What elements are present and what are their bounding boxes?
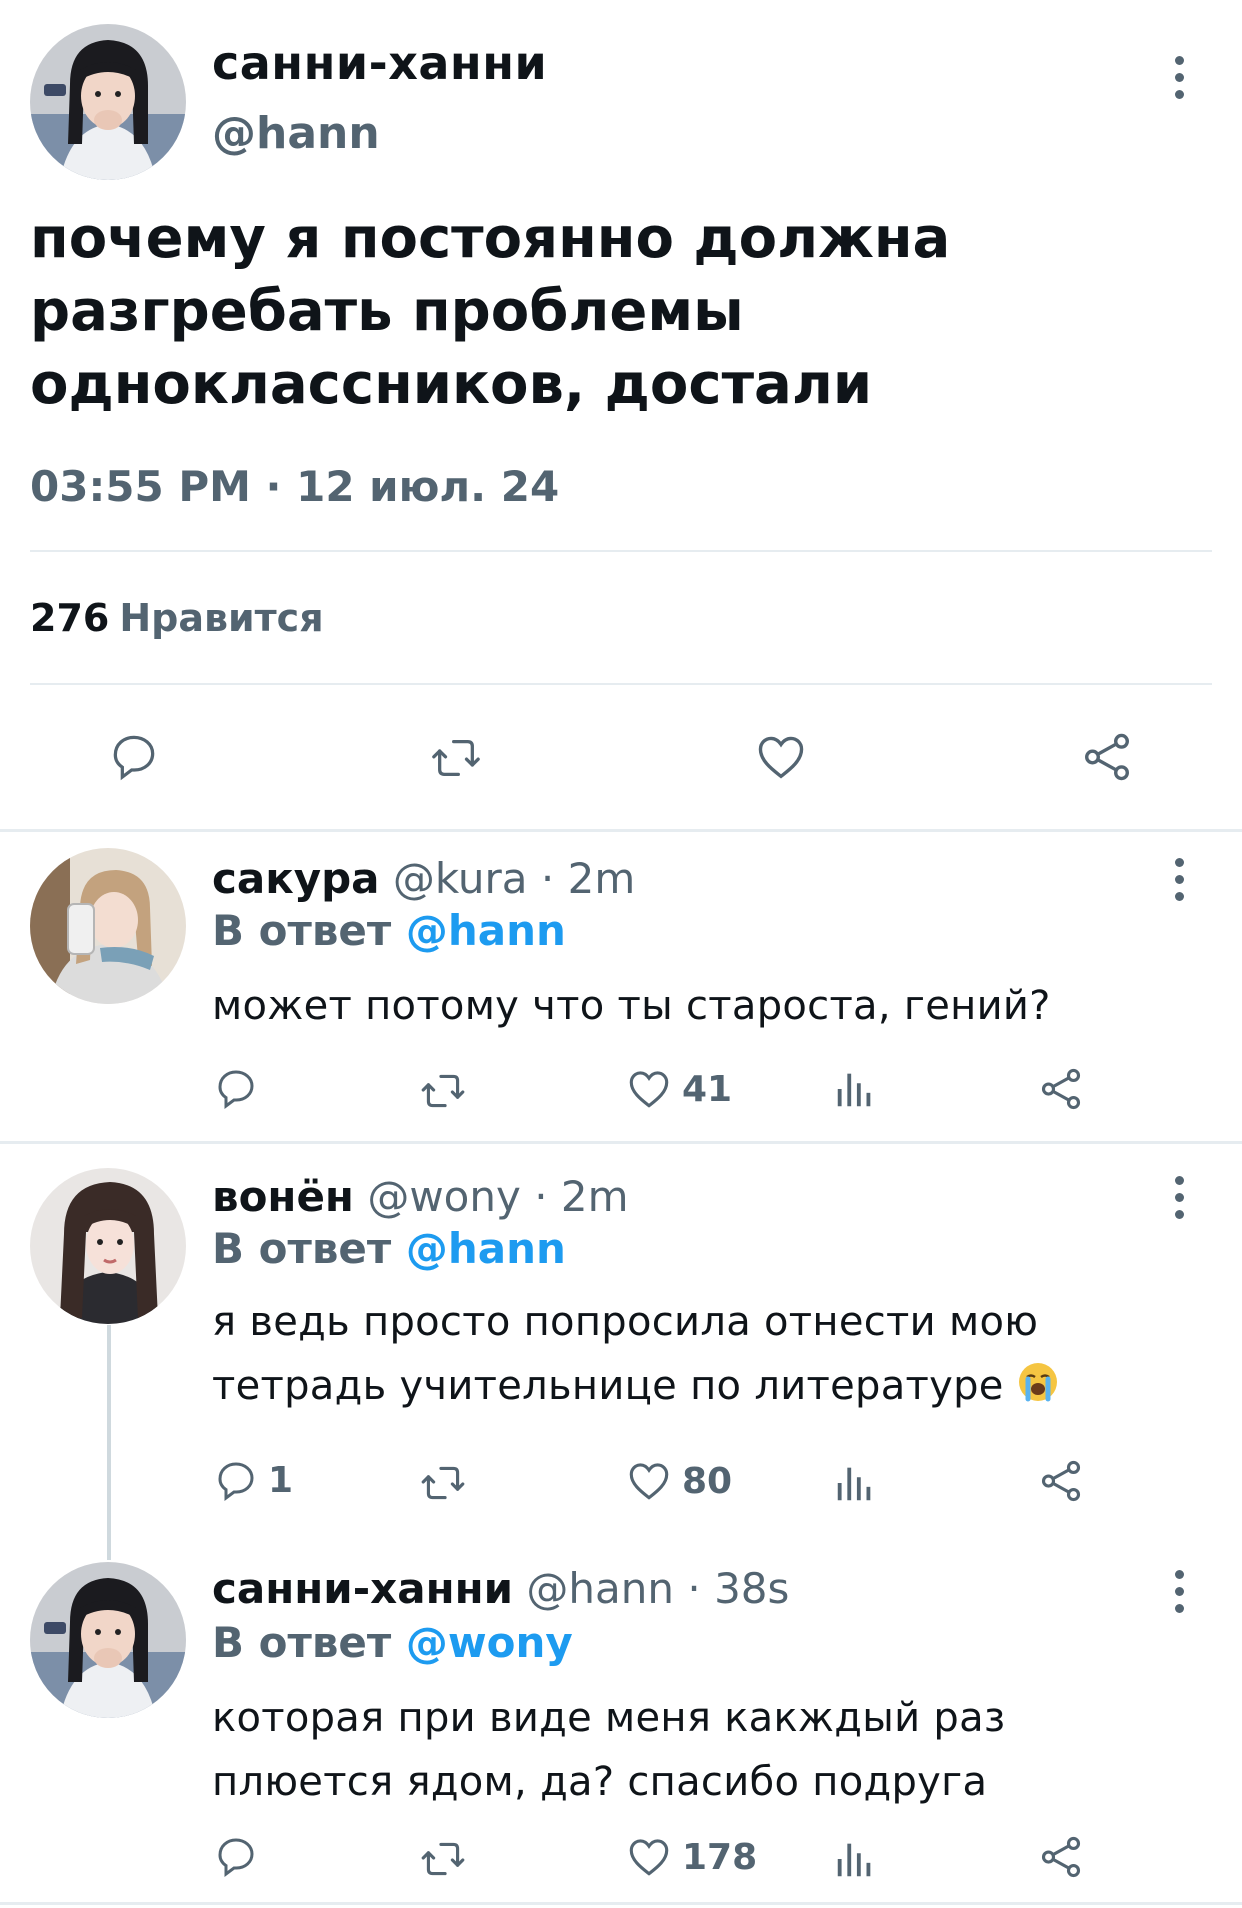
analytics-action[interactable] (832, 1460, 878, 1506)
reply-display-name[interactable]: санни-ханни (212, 1564, 513, 1613)
share-action[interactable] (1036, 1064, 1086, 1114)
avatar-reply-2[interactable] (30, 1168, 186, 1324)
like-count: 178 (682, 1836, 758, 1878)
reply-to-line: В ответ @hann (212, 906, 566, 955)
thread-line (107, 1325, 111, 1560)
share-icon (1041, 1460, 1081, 1502)
reply-display-name[interactable]: сакура (212, 854, 380, 903)
reply-time[interactable]: 38s (714, 1564, 789, 1613)
reply-count: 1 (268, 1459, 294, 1501)
reply-action[interactable]: 1 (212, 1456, 293, 1504)
reply-icon (218, 1838, 254, 1877)
reply-to-line: В ответ @wony (212, 1618, 573, 1667)
reply-text: может потому что ты староста, гений? (212, 983, 1051, 1029)
analytics-icon (837, 1843, 871, 1877)
reply-header: санни-ханни @hann · 38s (212, 1564, 790, 1613)
avatar-reply-3[interactable] (30, 1562, 186, 1718)
main-handle[interactable]: @hann (212, 108, 380, 159)
like-icon (629, 1839, 669, 1876)
retweet-action[interactable] (418, 1066, 468, 1116)
like-action[interactable]: 80 (624, 1456, 732, 1506)
share-icon (1041, 1836, 1081, 1878)
retweet-action[interactable] (418, 1458, 468, 1508)
analytics-action[interactable] (832, 1066, 878, 1112)
divider (0, 829, 1242, 832)
reply-time[interactable]: 2m (561, 1172, 629, 1221)
reply-to-prefix: В ответ (212, 1618, 392, 1667)
reply-icon (218, 1070, 254, 1109)
likes-label: Нравится (119, 596, 324, 640)
reply-to-mention[interactable]: @wony (406, 1618, 573, 1667)
loudly-crying-face-icon (1018, 1363, 1057, 1402)
reply-text-content: я ведь просто попросила отнести мою тетр… (212, 1299, 1039, 1409)
reply-to-mention[interactable]: @hann (406, 906, 566, 955)
retweet-icon (421, 1466, 465, 1500)
more-options-icon[interactable] (1164, 1570, 1194, 1613)
main-tweet-text: почему я постоянно должна разгребать про… (30, 206, 951, 417)
reply-to-prefix: В ответ (212, 1224, 392, 1273)
reply-icon[interactable] (106, 728, 162, 784)
like-action[interactable]: 41 (624, 1064, 732, 1114)
reply-icon (218, 1462, 254, 1501)
reply-header: вонён @wony · 2m (212, 1172, 629, 1221)
reply-action[interactable] (212, 1064, 268, 1112)
divider (0, 1902, 1242, 1905)
share-icon[interactable] (1078, 728, 1136, 786)
share-icon (1041, 1068, 1081, 1110)
more-options-icon[interactable] (1164, 858, 1194, 901)
likes-summary[interactable]: 276 Нравится (30, 596, 324, 640)
reply-text: которая при виде меня какждый раз плюетс… (212, 1695, 1006, 1805)
share-action[interactable] (1036, 1456, 1086, 1506)
reply-to-prefix: В ответ (212, 906, 392, 955)
main-display-name[interactable]: санни-ханни (212, 36, 547, 90)
reply-header: сакура @kura · 2m (212, 854, 636, 903)
like-icon (629, 1463, 669, 1500)
retweet-action[interactable] (418, 1834, 468, 1884)
more-options-icon[interactable] (1164, 56, 1194, 99)
analytics-icon (837, 1467, 871, 1501)
reply-time[interactable]: 2m (568, 854, 636, 903)
share-action[interactable] (1036, 1832, 1086, 1882)
like-count: 41 (682, 1068, 733, 1110)
analytics-icon (837, 1073, 871, 1107)
reply-display-name[interactable]: вонён (212, 1172, 354, 1221)
reply-handle[interactable]: @hann (526, 1564, 674, 1613)
reply-handle[interactable]: @wony (367, 1172, 521, 1221)
likes-count: 276 (30, 596, 110, 640)
retweet-icon[interactable] (428, 730, 484, 786)
divider (30, 550, 1212, 552)
like-icon[interactable] (752, 728, 810, 786)
divider (0, 1141, 1242, 1144)
retweet-icon (421, 1842, 465, 1876)
like-action[interactable]: 178 (624, 1832, 757, 1882)
reply-text: я ведь просто попросила отнести мою тетр… (212, 1290, 1142, 1418)
like-icon (629, 1071, 669, 1108)
reply-to-mention[interactable]: @hann (406, 1224, 566, 1273)
retweet-icon (421, 1074, 465, 1108)
reply-handle[interactable]: @kura (393, 854, 528, 903)
reply-to-line: В ответ @hann (212, 1224, 566, 1273)
divider (30, 683, 1212, 685)
reply-action[interactable] (212, 1832, 268, 1880)
more-options-icon[interactable] (1164, 1176, 1194, 1219)
main-tweet-timestamp[interactable]: 03:55 PM · 12 июл. 24 (30, 462, 559, 511)
avatar-main[interactable] (30, 24, 186, 180)
avatar-reply-1[interactable] (30, 848, 186, 1004)
analytics-action[interactable] (832, 1836, 878, 1882)
like-count: 80 (682, 1460, 733, 1502)
